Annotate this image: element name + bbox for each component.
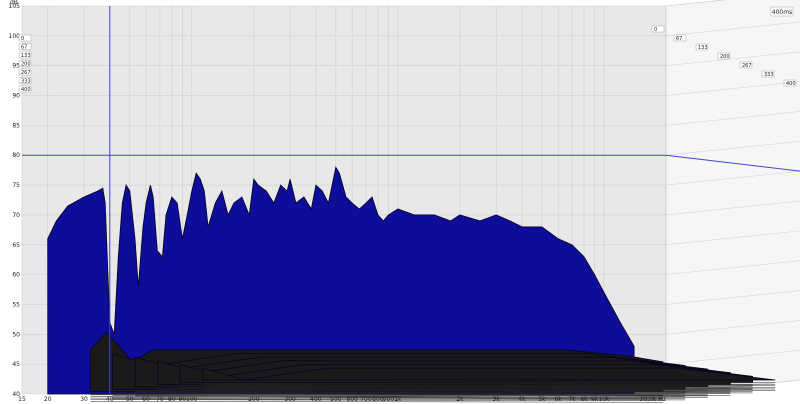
x-tick-label: 4k	[518, 396, 526, 403]
y-tick-label: 70	[12, 212, 20, 219]
x-tick-label: 600	[346, 396, 358, 403]
x-tick-label: 2k	[456, 396, 464, 403]
time-label-right: 200	[720, 54, 730, 60]
time-label-left: 267	[21, 70, 31, 76]
x-tick-label: 3k	[493, 396, 501, 403]
y-tick-label: 90	[12, 93, 20, 100]
time-label-right: 133	[698, 45, 708, 51]
time-label-left: 400	[21, 87, 31, 93]
x-tick-label: 500	[330, 396, 342, 403]
y-unit-label: dB	[10, 0, 18, 6]
x-tick-label: 7k	[568, 396, 576, 403]
x-tick-label: 900	[383, 396, 395, 403]
time-label-right: 333	[764, 72, 774, 78]
x-tick-label: 10k	[598, 396, 610, 403]
x-tick-label: 15	[18, 396, 26, 403]
x-tick-label: 40	[106, 396, 114, 403]
time-label-left: 0	[21, 36, 24, 42]
x-tick-label: 80	[168, 396, 176, 403]
x-tick-label: 70	[156, 396, 164, 403]
time-label-right: 0	[654, 27, 657, 33]
x-tick-label: 1k	[394, 396, 402, 403]
y-tick-label: 55	[12, 301, 20, 308]
y-tick-label: 45	[12, 361, 20, 368]
side-wall	[665, 0, 800, 395]
x-tick-label: 60	[142, 396, 150, 403]
time-axis-title: 400ms	[772, 9, 792, 16]
time-label-right: 267	[742, 63, 752, 69]
x-tick-label: 400	[310, 396, 322, 403]
x-tick-label: 20	[44, 396, 52, 403]
waterfall-chart[interactable]: 404550556065707580859095100105dB15 20 30 40…	[0, 0, 800, 404]
time-label-left: 67	[21, 45, 27, 51]
y-tick-label: 65	[12, 242, 20, 249]
x-tick-label: 30	[80, 396, 88, 403]
x-tick-label: 100	[186, 396, 198, 403]
x-tick-label: 200	[248, 396, 260, 403]
y-tick-label: 100	[9, 33, 21, 40]
x-tick-label: 5k	[538, 396, 546, 403]
x-tick-label: 700	[360, 396, 372, 403]
y-tick-label: 85	[12, 122, 20, 129]
x-tick-label: 300	[284, 396, 296, 403]
time-label-left: 133	[21, 53, 31, 59]
x-tick-label: 50	[126, 396, 134, 403]
time-label-left: 200	[21, 62, 31, 68]
y-tick-label: 80	[12, 152, 20, 159]
time-label-left: 333	[21, 79, 31, 85]
x-tick-label: 20,0k Hz	[640, 396, 666, 403]
y-tick-label: 75	[12, 182, 20, 189]
time-label-right: 67	[676, 36, 682, 42]
time-label-right: 400	[786, 81, 796, 87]
x-tick-label: 6k	[555, 396, 563, 403]
x-tick-label: 8k	[580, 396, 588, 403]
y-tick-label: 50	[12, 331, 20, 338]
y-tick-label: 60	[12, 272, 20, 279]
